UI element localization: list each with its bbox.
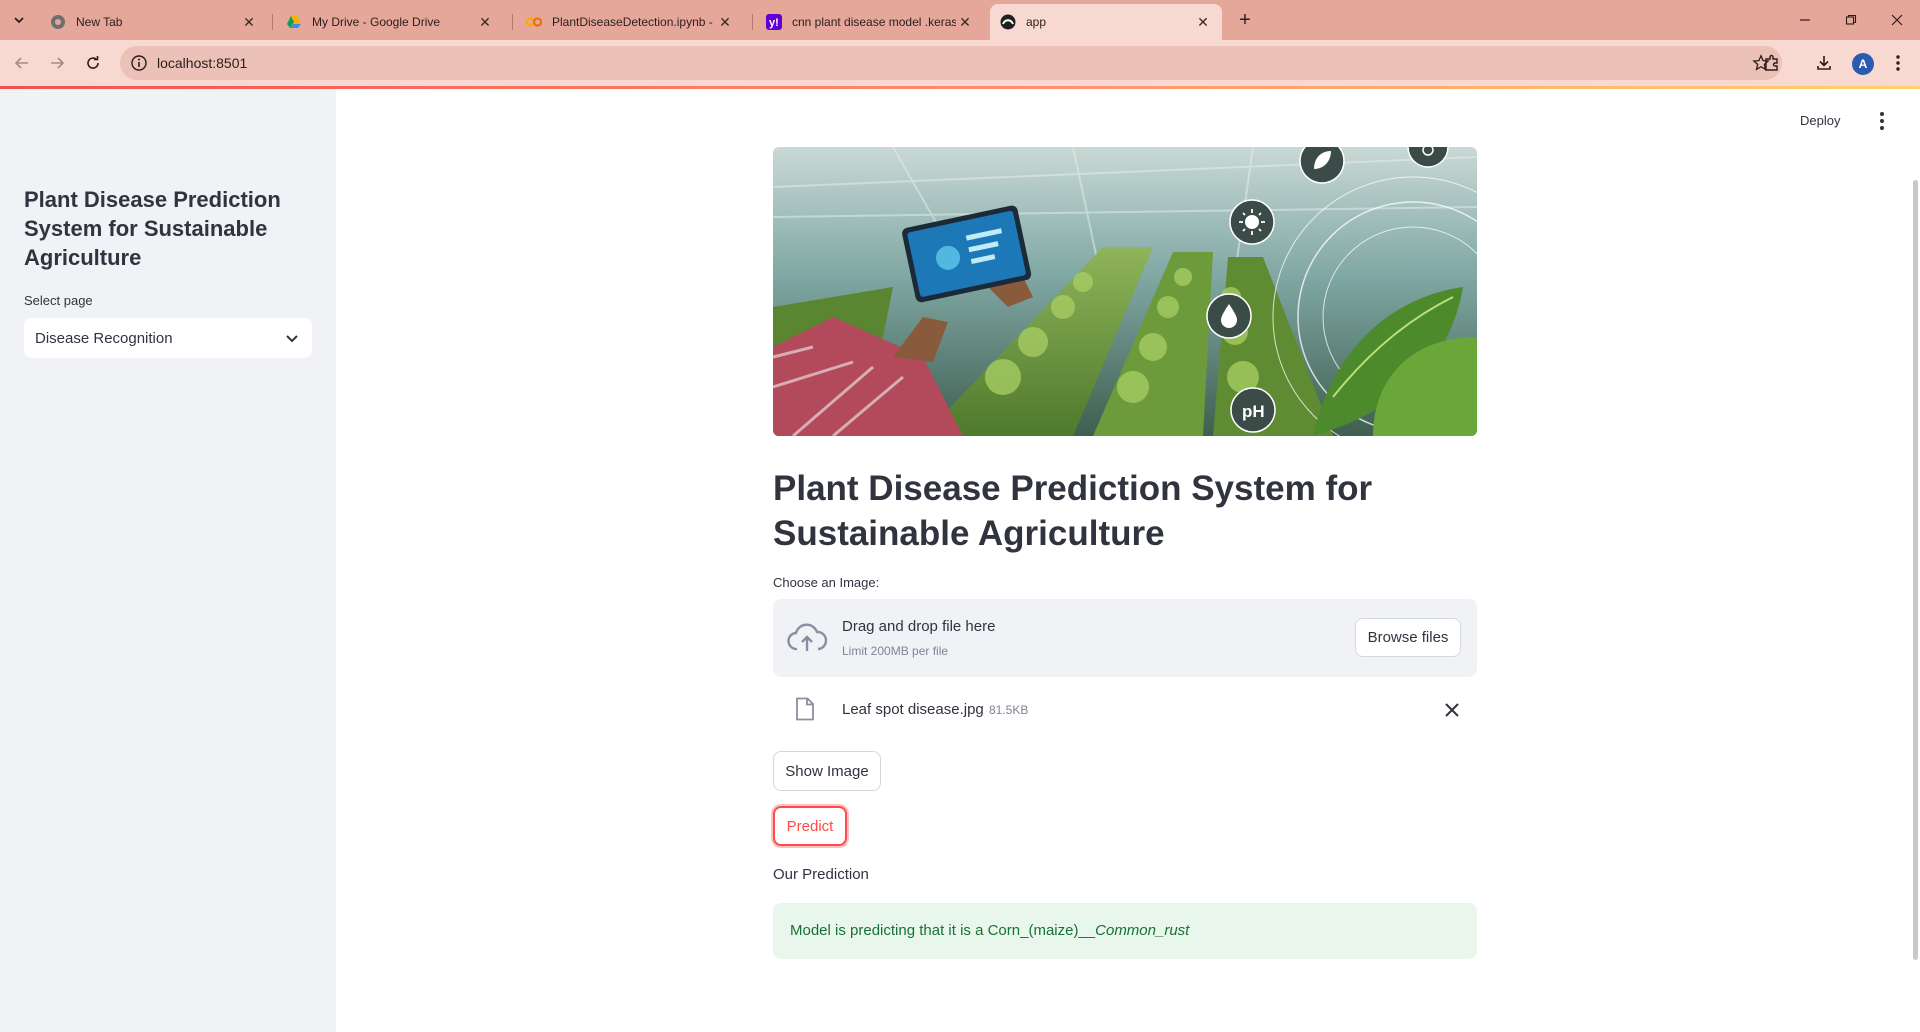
download-icon [1817,56,1831,70]
select-page-label: Select page [24,293,93,308]
google-drive-icon [286,14,302,30]
browse-files-button[interactable]: Browse files [1355,618,1461,657]
file-icon [796,697,814,721]
file-name: Leaf spot disease.jpg [842,701,984,718]
uploader-label: Choose an Image: [773,575,880,590]
smart-farming-illustration: pH [773,147,1477,436]
tab-google-drive[interactable]: My Drive - Google Drive ✕ [276,4,504,40]
colab-icon [526,14,542,30]
sidebar: Plant Disease Prediction System for Sust… [0,89,336,1032]
close-tab-icon[interactable]: ✕ [240,13,258,31]
reload-button[interactable] [79,49,107,77]
reload-icon [87,56,99,69]
restore-button[interactable] [1828,0,1874,40]
tab-separator [272,14,273,30]
chevron-down-icon [286,335,298,343]
url-text: localhost:8501 [157,55,248,71]
prediction-result-alert: Model is predicting that it is a Corn_(m… [773,903,1477,959]
close-tab-icon[interactable]: ✕ [956,13,974,31]
tab-title: cnn plant disease model .keras [792,15,956,29]
hero-image: pH [773,147,1477,436]
browser-tab-bar: New Tab ✕ My Drive - Google Drive ✕ Plan… [0,0,1920,40]
close-window-button[interactable] [1874,0,1920,40]
yahoo-icon: y! [766,14,782,30]
cloud-upload-icon [787,623,827,651]
file-size: 81.5KB [989,703,1029,717]
remove-file-icon[interactable] [1443,701,1461,719]
tab-title: PlantDiseaseDetection.ipynb - C [552,15,716,29]
arrow-left-icon [14,57,28,69]
tab-new-tab[interactable]: New Tab ✕ [40,4,268,40]
forward-button[interactable] [43,49,71,77]
address-bar[interactable]: localhost:8501 [120,46,1782,80]
tab-colab[interactable]: PlantDiseaseDetection.ipynb - C ✕ [516,4,744,40]
dropzone-limit: Limit 200MB per file [842,644,949,658]
tab-separator [512,14,513,30]
back-button[interactable] [8,49,36,77]
close-tab-icon[interactable]: ✕ [716,13,734,31]
new-tab-button[interactable]: + [1232,8,1258,32]
water-drop-icon [1206,293,1252,339]
dropzone-instructions: Drag and drop file here [842,618,996,635]
leaf-icon [1299,147,1345,184]
uploaded-file: Leaf spot disease.jpg 81.5KB [773,692,1477,728]
svg-text:y!: y! [769,17,779,29]
tab-title: My Drive - Google Drive [312,15,441,29]
sidebar-title: Plant Disease Prediction System for Sust… [24,187,281,270]
arrow-right-icon [51,57,65,69]
show-image-button[interactable]: Show Image [773,751,881,791]
minimize-icon [1800,19,1810,21]
deploy-button[interactable]: Deploy [1800,113,1840,128]
file-dropzone[interactable]: Drag and drop file here Limit 200MB per … [773,599,1477,677]
browser-toolbar: localhost:8501 [0,40,1920,86]
predict-button[interactable]: Predict [773,806,847,846]
chevron-down-icon [14,17,24,24]
tab-yahoo-search[interactable]: y! cnn plant disease model .keras ✕ [756,4,984,40]
extensions-button[interactable] [1761,52,1783,74]
restore-icon [1845,14,1857,25]
tab-separator [752,14,753,30]
tab-title: New Tab [76,15,123,29]
page-select-value: Disease Recognition [35,330,173,347]
scrollbar[interactable] [1913,180,1918,960]
prediction-text: Model is predicting that it is a Corn_(m… [790,922,1190,939]
streamlit-icon [1000,14,1016,30]
close-tab-icon[interactable]: ✕ [476,13,494,31]
tab-app[interactable]: app ✕ [990,4,1222,40]
more-vertical-icon [1896,55,1900,71]
sun-icon [1229,199,1275,245]
site-info-icon[interactable] [130,54,148,72]
svg-text:pH: pH [1242,402,1265,421]
tab-search-button[interactable] [6,8,32,32]
close-icon [1891,14,1903,26]
close-tab-icon[interactable]: ✕ [1194,13,1212,31]
browser-menu-button[interactable] [1887,52,1909,74]
minimize-button[interactable] [1782,0,1828,40]
page-title: Plant Disease Prediction System for Sust… [773,469,1373,553]
puzzle-icon [1765,54,1778,71]
downloads-button[interactable] [1813,52,1835,74]
page-select[interactable]: Disease Recognition [24,318,312,358]
profile-avatar[interactable]: A [1852,53,1874,75]
main-menu-button[interactable] [1873,111,1891,131]
tab-title: app [1026,15,1047,29]
ph-icon: pH [1230,387,1276,433]
chrome-icon [50,14,66,30]
prediction-heading: Our Prediction [773,866,869,883]
